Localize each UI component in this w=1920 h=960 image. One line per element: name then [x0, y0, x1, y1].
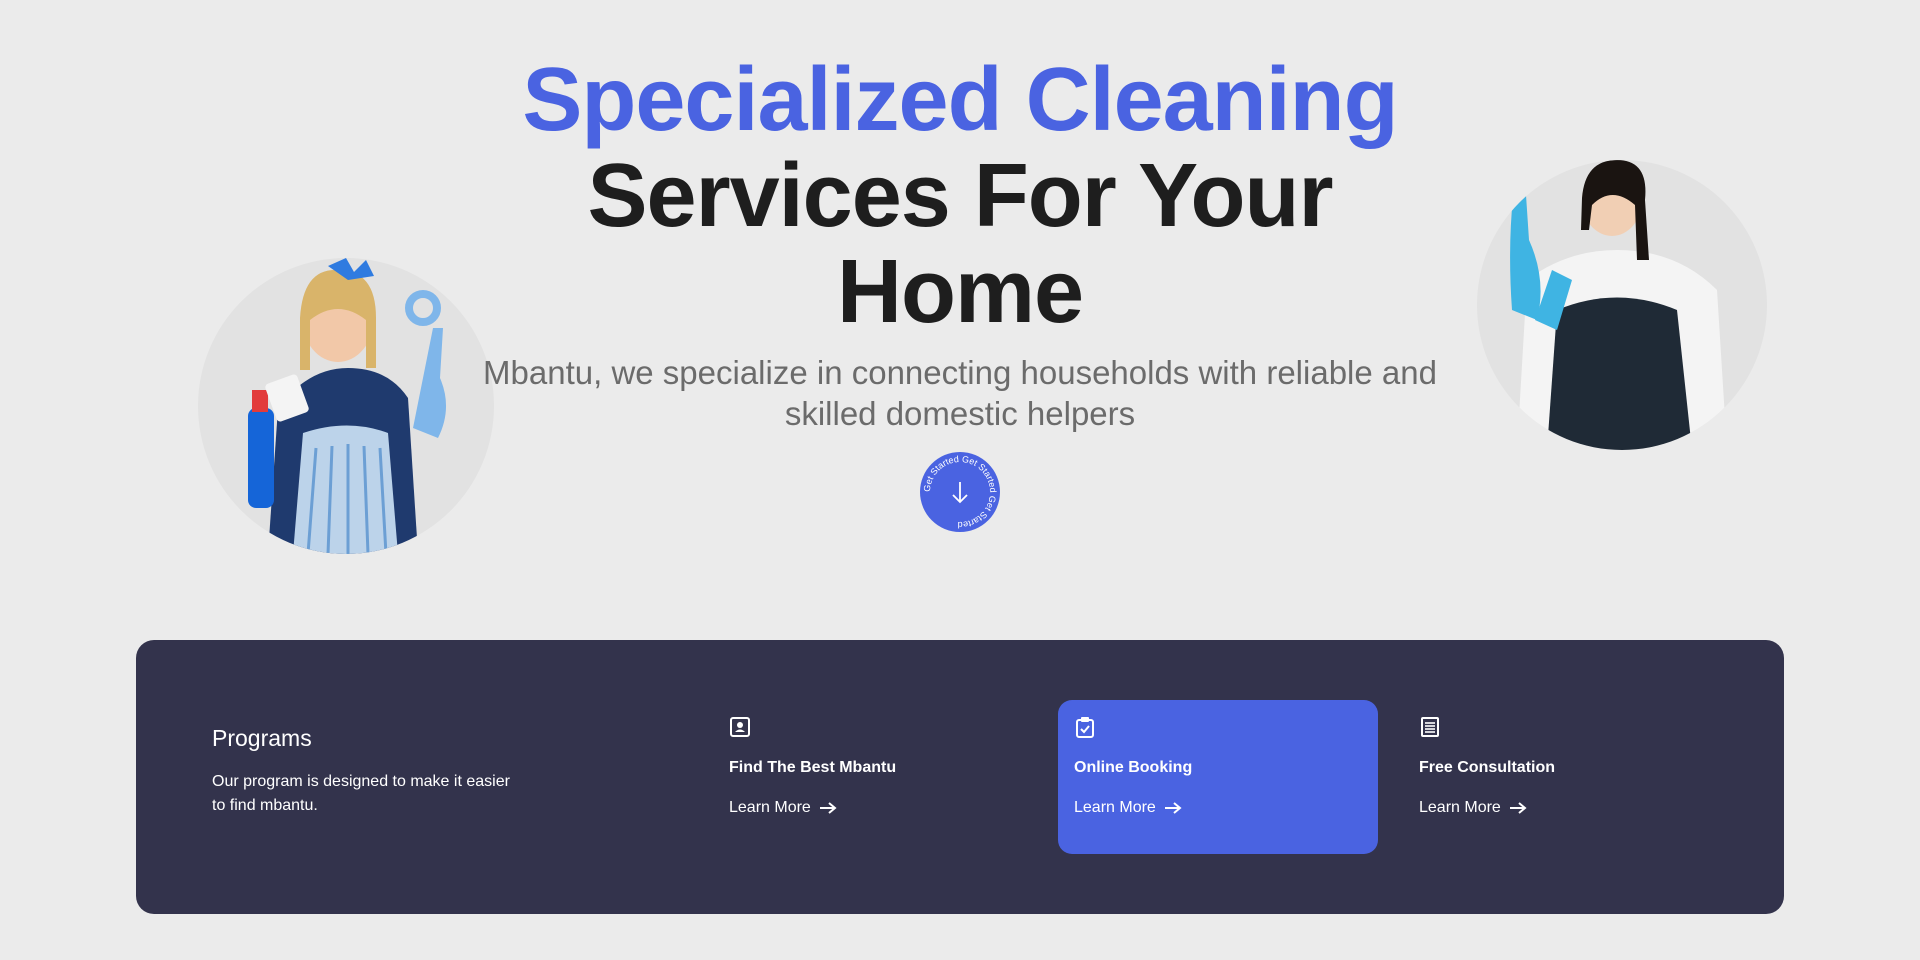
- get-started-button[interactable]: Get Started Get Started Get Started: [920, 452, 1000, 532]
- learn-more-link[interactable]: Learn More: [1419, 798, 1527, 818]
- arrow-down-icon: [952, 482, 968, 504]
- program-card-find-mbantu[interactable]: Find The Best Mbantu Learn More: [713, 700, 1033, 854]
- hero-title-accent: Specialized Cleaning: [522, 50, 1398, 150]
- cleaner-woman-photo-left: [198, 258, 494, 554]
- hero-title-line-3: Home: [836, 242, 1084, 342]
- clipboard-check-icon: [1076, 717, 1094, 738]
- arrow-right-icon: [1164, 802, 1182, 814]
- hero-title: Specialized Cleaning Services For Your H…: [460, 52, 1460, 340]
- contact-card-icon: [730, 717, 750, 737]
- card-title: Free Consultation: [1419, 759, 1556, 776]
- learn-more-link[interactable]: Learn More: [729, 798, 837, 818]
- learn-more-link[interactable]: Learn More: [1074, 798, 1182, 818]
- arrow-right-icon: [1509, 802, 1527, 814]
- learn-more-label: Learn More: [1074, 799, 1156, 816]
- hero-title-line-2: Services For Your: [587, 146, 1333, 246]
- programs-description: Our program is designed to make it easie…: [212, 770, 552, 818]
- learn-more-label: Learn More: [729, 799, 811, 816]
- programs-description-line-1: Our program is designed to make it easie…: [212, 773, 510, 790]
- card-title: Online Booking: [1074, 759, 1193, 776]
- hero-subtitle-line-2: skilled domestic helpers: [784, 395, 1136, 432]
- program-card-online-booking[interactable]: Online Booking Learn More: [1058, 700, 1378, 854]
- card-title: Find The Best Mbantu: [729, 759, 897, 776]
- program-card-free-consultation[interactable]: Free Consultation Learn More: [1403, 700, 1723, 854]
- arrow-right-icon: [819, 802, 837, 814]
- hero-subtitle: Mbantu, we specialize in connecting hous…: [460, 352, 1460, 434]
- hero-subtitle-line-1: Mbantu, we specialize in connecting hous…: [483, 354, 1437, 391]
- document-list-icon: [1421, 717, 1439, 737]
- programs-title: Programs: [212, 725, 312, 751]
- programs-panel: Programs Our program is designed to make…: [136, 640, 1784, 914]
- hero-section: Specialized Cleaning Services For Your H…: [0, 0, 1920, 620]
- programs-description-line-2: to find mbantu.: [212, 797, 318, 814]
- cleaner-woman-photo-right: [1477, 160, 1767, 450]
- learn-more-label: Learn More: [1419, 799, 1501, 816]
